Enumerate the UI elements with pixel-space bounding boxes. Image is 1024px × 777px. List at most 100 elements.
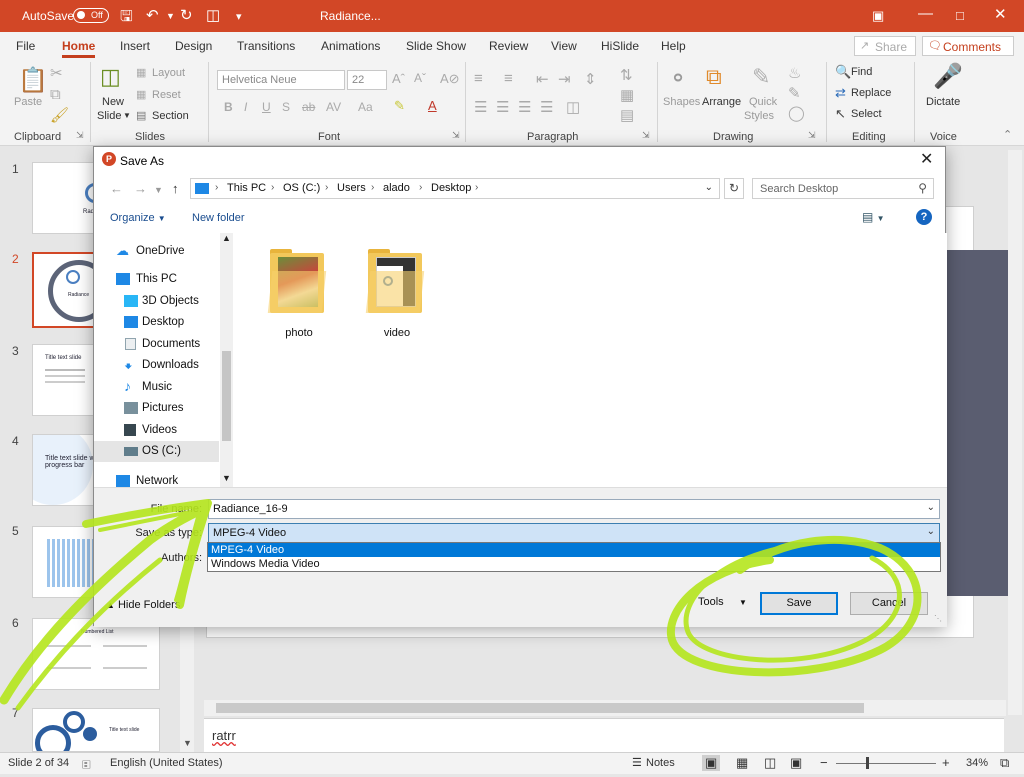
undo-icon[interactable]: ↶: [146, 6, 159, 24]
undo-dropdown-icon[interactable]: ▼: [166, 11, 175, 21]
nav-item-videos[interactable]: Videos: [94, 420, 219, 441]
search-input[interactable]: Search Desktop ⚲: [752, 178, 934, 199]
align-center-icon[interactable]: ☰: [496, 98, 509, 116]
copy-icon[interactable]: ⧉: [50, 86, 61, 103]
slideshow-view-icon[interactable]: ▣: [790, 755, 802, 771]
drawing-launcher-icon[interactable]: ⇲: [808, 130, 816, 141]
tab-insert[interactable]: Insert: [120, 39, 150, 53]
align-right-icon[interactable]: ☰: [518, 98, 531, 116]
justify-icon[interactable]: ☰: [540, 98, 553, 116]
slide-sorter-icon[interactable]: ▦: [736, 755, 748, 771]
file-name-input[interactable]: Radiance_16-9 ⌄: [208, 499, 940, 519]
zoom-slider-thumb[interactable]: [866, 757, 869, 769]
ribbon-display-icon[interactable]: ▣: [872, 8, 884, 24]
nav-item-pictures[interactable]: Pictures: [94, 398, 219, 419]
minimize-icon[interactable]: —: [918, 5, 933, 22]
clear-formatting-icon[interactable]: A⊘: [440, 71, 460, 87]
reset-label[interactable]: Reset: [152, 89, 181, 101]
reading-view-icon[interactable]: ◫: [764, 755, 776, 771]
cut-icon[interactable]: ✂: [50, 64, 63, 82]
highlight-icon[interactable]: ✎: [394, 98, 405, 114]
address-dropdown-icon[interactable]: ⌄: [705, 182, 713, 193]
normal-view-icon[interactable]: ▣: [702, 755, 721, 771]
zoom-level[interactable]: 34%: [966, 757, 988, 769]
increase-indent-icon[interactable]: ⇥: [558, 70, 571, 88]
line-spacing-icon[interactable]: ⇕: [584, 70, 597, 88]
customize-toolbar-icon[interactable]: ▾: [236, 10, 242, 23]
address-bar[interactable]: › This PC › OS (C:) › Users › alado › De…: [190, 178, 720, 199]
save-button[interactable]: Save: [760, 592, 838, 615]
zoom-slider[interactable]: [836, 763, 936, 764]
tab-design[interactable]: Design: [175, 39, 212, 53]
nav-item-onedrive[interactable]: ☁ OneDrive: [94, 241, 219, 262]
breadcrumb-alado[interactable]: alado: [383, 182, 410, 194]
layout-icon[interactable]: ▦: [136, 66, 146, 79]
scroll-down-icon[interactable]: ▼: [183, 738, 192, 748]
tab-help[interactable]: Help: [661, 39, 686, 53]
tab-slide-show[interactable]: Slide Show: [406, 39, 466, 53]
resize-grip-icon[interactable]: ⋱: [934, 614, 942, 623]
nav-item-documents[interactable]: Documents: [94, 334, 219, 355]
slide-thumbnail[interactable]: Title text slide: [32, 708, 160, 752]
shadow-icon[interactable]: S: [282, 100, 290, 114]
tab-animations[interactable]: Animations: [321, 39, 380, 53]
replace-label[interactable]: Replace: [851, 87, 891, 99]
comments-button[interactable]: 🗨 Comments: [922, 36, 1014, 56]
quick-styles-label-2[interactable]: Styles: [744, 110, 774, 122]
format-painter-icon[interactable]: 🖌: [50, 106, 69, 124]
tab-view[interactable]: View: [551, 39, 577, 53]
font-size-box[interactable]: 22: [347, 70, 387, 90]
folder-label[interactable]: video: [357, 327, 437, 339]
numbering-icon[interactable]: ≡: [504, 70, 513, 87]
clipboard-launcher-icon[interactable]: ⇲: [76, 130, 84, 141]
breadcrumb-users[interactable]: Users: [337, 182, 366, 194]
tab-file[interactable]: File: [16, 39, 35, 53]
new-slide-chevron-icon[interactable]: ▼: [123, 111, 131, 120]
new-folder-button[interactable]: New folder: [192, 212, 245, 224]
select-label[interactable]: Select: [851, 108, 882, 120]
organize-button[interactable]: Organize ▼: [110, 212, 166, 224]
refresh-icon[interactable]: ↻: [724, 178, 744, 199]
scroll-down-icon[interactable]: ▼: [222, 473, 231, 483]
collapse-ribbon-icon[interactable]: ⌃: [1003, 128, 1012, 141]
find-icon[interactable]: 🔍: [835, 64, 851, 80]
bullets-icon[interactable]: ≡: [474, 70, 483, 87]
paste-label[interactable]: Paste: [14, 96, 42, 108]
tab-hislide[interactable]: HiSlide: [601, 39, 639, 53]
align-text-icon[interactable]: ▦: [620, 86, 634, 104]
nav-item-downloads[interactable]: 🠻 Downloads: [94, 355, 219, 376]
close-dialog-icon[interactable]: ✕: [920, 149, 933, 169]
shape-fill-icon[interactable]: ♨: [788, 64, 801, 82]
nav-item-3d-objects[interactable]: 3D Objects: [94, 291, 219, 312]
tab-review[interactable]: Review: [489, 39, 528, 53]
underline-icon[interactable]: U: [262, 100, 271, 114]
new-slide-icon[interactable]: ◫: [100, 64, 121, 90]
cancel-button[interactable]: Cancel: [850, 592, 928, 615]
arrange-icon[interactable]: ⧉: [706, 64, 722, 90]
increase-font-icon[interactable]: Aˆ: [392, 71, 405, 86]
breadcrumb-this-pc[interactable]: This PC: [227, 182, 266, 194]
find-label[interactable]: Find: [851, 66, 872, 78]
notes-toggle[interactable]: Notes: [646, 757, 675, 769]
change-case-icon[interactable]: Aa: [358, 100, 373, 114]
font-name-box[interactable]: Helvetica Neue: [217, 70, 345, 90]
folder-label[interactable]: photo: [259, 327, 339, 339]
decrease-font-icon[interactable]: Aˇ: [414, 71, 426, 85]
breadcrumb-os-c[interactable]: OS (C:): [283, 182, 320, 194]
italic-icon[interactable]: I: [244, 100, 247, 114]
layout-label[interactable]: Layout: [152, 67, 185, 79]
tab-transitions[interactable]: Transitions: [237, 39, 295, 53]
chevron-down-icon[interactable]: ⌄: [927, 502, 935, 513]
editor-horizontal-scrollbar[interactable]: [204, 700, 1006, 716]
smartart-icon[interactable]: ▤: [620, 106, 634, 124]
close-window-icon[interactable]: ✕: [994, 5, 1007, 23]
back-icon[interactable]: ←: [110, 181, 123, 196]
zoom-out-icon[interactable]: −: [820, 755, 828, 770]
align-left-icon[interactable]: ☰: [474, 98, 487, 116]
present-icon[interactable]: ◫: [206, 6, 220, 24]
recent-locations-icon[interactable]: ▼: [154, 185, 163, 195]
forward-icon[interactable]: →: [134, 181, 147, 196]
arrange-label[interactable]: Arrange: [702, 96, 741, 108]
nav-item-desktop[interactable]: Desktop: [94, 312, 219, 333]
folder-video[interactable]: [365, 247, 428, 319]
